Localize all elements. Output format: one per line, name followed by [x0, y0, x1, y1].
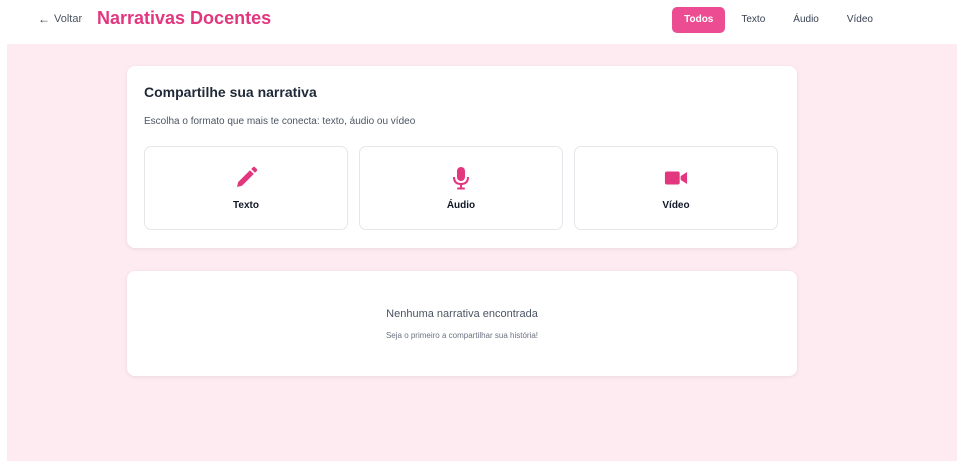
filter-tab-audio[interactable]: Áudio	[781, 7, 831, 33]
back-link[interactable]: ← Voltar	[38, 12, 82, 26]
empty-state-subtitle: Seja o primeiro a compartilhar sua histó…	[385, 331, 539, 340]
empty-state-title: Nenhuma narrativa encontrada	[386, 308, 538, 320]
share-card: Compartilhe sua narrativa Escolha o form…	[127, 66, 797, 248]
filter-tab-todos[interactable]: Todos	[672, 7, 726, 33]
filter-tabs: Todos Texto Áudio Vídeo	[672, 7, 885, 33]
page-title: Narrativas Docentes	[97, 8, 272, 28]
audio-format-label: Áudio	[446, 199, 476, 211]
microphone-icon	[449, 166, 473, 190]
format-options: Texto Áudio Vídeo	[144, 146, 778, 230]
video-format-button[interactable]: Vídeo	[574, 146, 778, 230]
text-format-button[interactable]: Texto	[144, 146, 348, 230]
share-title: Compartilhe sua narrativa	[144, 84, 317, 100]
filter-tab-texto[interactable]: Texto	[729, 7, 777, 33]
video-camera-icon	[664, 166, 688, 190]
top-bar: ← Voltar Narrativas Docentes Todos Texto…	[0, 0, 963, 44]
arrow-left-icon: ←	[38, 12, 50, 26]
back-label: Voltar	[54, 13, 83, 25]
share-subtitle: Escolha o formato que mais te conecta: t…	[144, 116, 416, 127]
filter-tab-video[interactable]: Vídeo	[835, 7, 885, 33]
video-format-label: Vídeo	[662, 199, 690, 211]
pencil-icon	[234, 166, 258, 190]
empty-state-card: Nenhuma narrativa encontrada Seja o prim…	[127, 271, 797, 376]
main-content: Compartilhe sua narrativa Escolha o form…	[7, 44, 957, 461]
text-format-label: Texto	[233, 199, 259, 211]
audio-format-button[interactable]: Áudio	[359, 146, 563, 230]
